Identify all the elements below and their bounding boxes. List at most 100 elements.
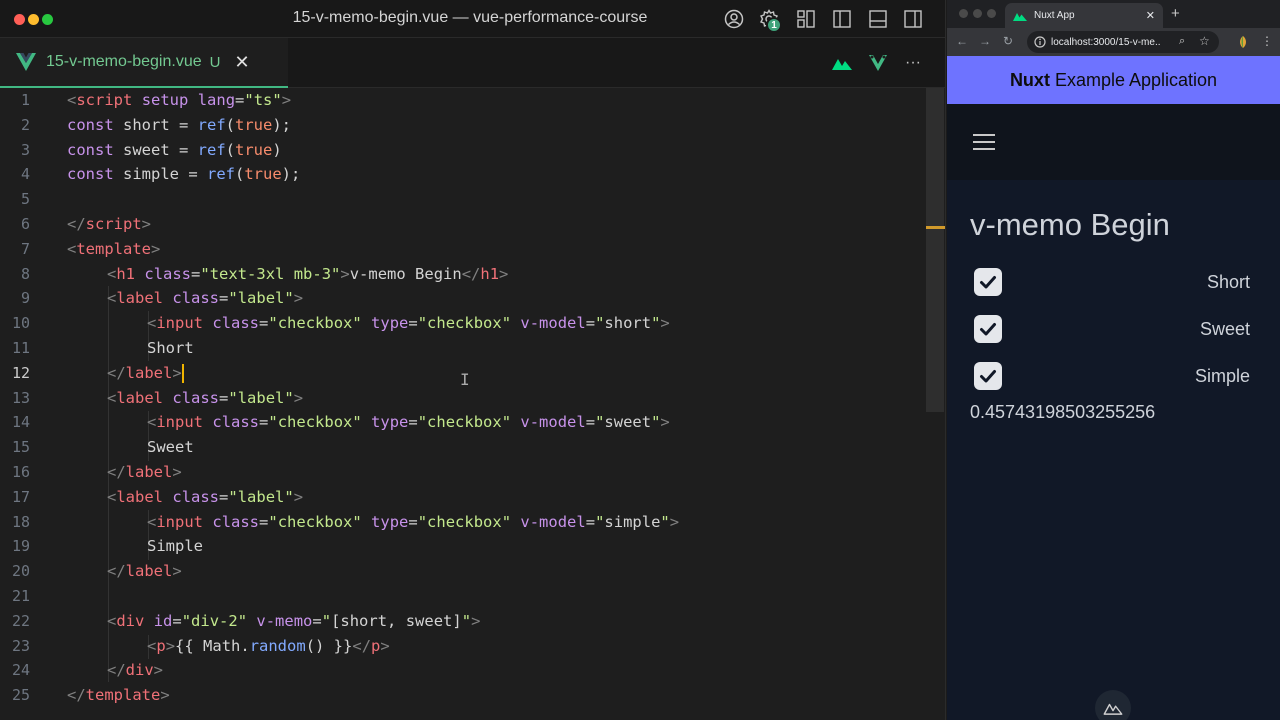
browser-minimize-button[interactable] [973, 9, 982, 18]
vscode-titlebar: 15-v-memo-begin.vue — vue-performance-co… [0, 0, 945, 38]
simple-label: Simple [1194, 366, 1250, 386]
tab-file-name: 15-v-memo-begin.vue [46, 53, 202, 70]
short-checkbox[interactable] [974, 268, 1002, 296]
more-actions-button[interactable]: ··· [902, 52, 924, 74]
browser-close-button[interactable] [959, 9, 968, 18]
browser-tab-close-button[interactable]: ✕ [1146, 9, 1155, 22]
sweet-label: Sweet [1199, 319, 1250, 339]
bookmark-star-icon[interactable]: ☆ [1199, 34, 1210, 48]
simple-checkbox[interactable] [974, 362, 1002, 390]
code-line-18: <input class="checkbox" type="checkbox" … [147, 512, 680, 531]
short-label: Short [1206, 272, 1250, 292]
window-title: 15-v-memo-begin.vue — vue-performance-co… [292, 9, 648, 26]
notification-badge: 1 [766, 17, 782, 33]
code-line-11: Short [147, 339, 194, 357]
address-bar[interactable]: localhost:3000/15-v-me... ⌕ ☆ [1027, 31, 1219, 53]
vscode-window: 15-v-memo-begin.vue — vue-performance-co… [0, 0, 946, 720]
code-line-23: <p>{{ Math.random() }}</p> [147, 636, 390, 655]
line-number: 24 [11, 661, 30, 680]
line-number: 9 [20, 289, 30, 308]
app-header-title: Nuxt Example Application [1009, 69, 1218, 90]
code-line-9: <label class="label"> [107, 289, 304, 308]
editor-tab-active[interactable]: 15-v-memo-begin.vue U ✕ [0, 38, 288, 88]
code-line-20: </label> [107, 562, 182, 581]
line-number: 17 [11, 487, 30, 506]
page-heading: v-memo Begin [970, 207, 1170, 242]
line-number: 19 [11, 537, 30, 556]
nuxt-icon[interactable] [831, 52, 853, 74]
checkmark-icon [980, 370, 996, 383]
browser-tabstrip: Nuxt App ✕ + [947, 0, 1280, 28]
line-number: 5 [20, 190, 30, 209]
minimize-window-button[interactable] [28, 14, 39, 25]
browser-window: Nuxt App ✕ + ← → ↻ localhost:3000/15-v-m… [947, 0, 1280, 720]
forward-arrow-icon[interactable]: → [979, 34, 991, 48]
checkbox-row-sweet[interactable]: Sweet [974, 314, 1250, 344]
code-line-19: Simple [147, 537, 203, 556]
line-number: 20 [11, 562, 30, 581]
close-window-button[interactable] [14, 14, 25, 25]
browser-menu-icon[interactable]: ⋮ [1261, 34, 1273, 48]
browser-toolbar: ← → ↻ localhost:3000/15-v-me... ⌕ ☆ ⋮ [947, 28, 1280, 56]
line-number: 25 [11, 686, 30, 705]
toggle-sidebar-icon[interactable] [831, 8, 853, 30]
checkbox-row-simple[interactable]: Simple [974, 361, 1250, 391]
line-number: 1 [20, 91, 30, 109]
hamburger-menu-icon[interactable] [973, 134, 995, 151]
tab-close-button[interactable]: ✕ [234, 52, 249, 73]
toggle-secondary-sidebar-icon[interactable] [902, 8, 924, 30]
line-number: 12 [11, 363, 30, 382]
line-number: 3 [20, 140, 30, 159]
maximize-window-button[interactable] [42, 14, 53, 25]
code-line-6: </script> [67, 215, 152, 233]
line-number: 11 [11, 339, 30, 357]
zoom-icon[interactable]: ⌕ [1179, 35, 1185, 48]
extension-icon[interactable] [1237, 35, 1249, 49]
code-line-4: const simple = ref(true); [67, 165, 301, 184]
line-number: 2 [20, 115, 30, 134]
new-tab-button[interactable]: + [1171, 5, 1180, 22]
nuxt-devtools-button[interactable] [1095, 690, 1131, 720]
browser-tab-title: Nuxt App [1034, 10, 1075, 21]
app-header: Nuxt Example Application [947, 56, 1280, 104]
checkmark-icon [980, 323, 996, 336]
code-editor[interactable]: 1 2 3 4 5 6 7 8 9 10 11 12 13 14 15 16 17 18 19 20 21 22 23 24 2… [0, 88, 945, 720]
code-line-25: </template> [67, 686, 170, 705]
code-line-2: const short = ref(true); [67, 115, 292, 134]
code-line-13: <label class="label"> [107, 388, 304, 407]
checkbox-row-short[interactable]: Short [974, 267, 1250, 297]
layout-customize-icon[interactable] [795, 8, 817, 30]
code-line-3: const sweet = ref(true) [67, 140, 282, 159]
code-line-12: </label> [107, 363, 184, 383]
sweet-checkbox[interactable] [974, 315, 1002, 343]
back-arrow-icon[interactable]: ← [956, 34, 968, 48]
line-number-gutter: 1 2 3 4 5 6 7 8 9 10 11 12 13 14 15 16 17 18 19 20 21 22 23 24 2… [0, 88, 42, 720]
code-line-17: <label class="label"> [107, 487, 304, 506]
browser-maximize-button[interactable] [987, 9, 996, 18]
code-line-24: </div> [107, 661, 164, 680]
vue-devtools-icon[interactable] [867, 52, 889, 74]
line-number: 13 [11, 388, 30, 407]
code-line-16: </label> [107, 463, 182, 481]
tab-git-status: U [209, 53, 221, 71]
account-icon[interactable] [723, 8, 745, 30]
site-info-icon[interactable] [1034, 36, 1046, 48]
editor-scrollbar[interactable] [926, 88, 944, 412]
browser-tab[interactable]: Nuxt App ✕ [1005, 3, 1163, 28]
app-main: v-memo Begin Short Sweet Simple 0.457431… [947, 180, 1280, 720]
toggle-panel-icon[interactable] [867, 8, 889, 30]
mouse-ibeam-cursor: I [460, 370, 470, 389]
code-line-22: <div id="div-2" v-memo="[short, sweet]"> [107, 611, 481, 630]
line-number: 14 [11, 413, 30, 432]
checkmark-icon [980, 276, 996, 289]
reload-icon[interactable]: ↻ [1003, 34, 1013, 48]
desktop: 15-v-memo-begin.vue — vue-performance-co… [0, 0, 1280, 720]
code-line-8: <h1 class="text-3xl mb-3">v-memo Begin</… [107, 264, 509, 283]
line-number: 8 [20, 264, 30, 283]
nuxt-icon [1103, 703, 1123, 715]
editor-tabbar: 15-v-memo-begin.vue U ✕ ··· [0, 38, 945, 88]
code-line-15: Sweet [147, 438, 194, 457]
code-line-7: <template> [67, 239, 161, 258]
line-number: 16 [11, 463, 30, 481]
line-number: 21 [11, 587, 30, 605]
